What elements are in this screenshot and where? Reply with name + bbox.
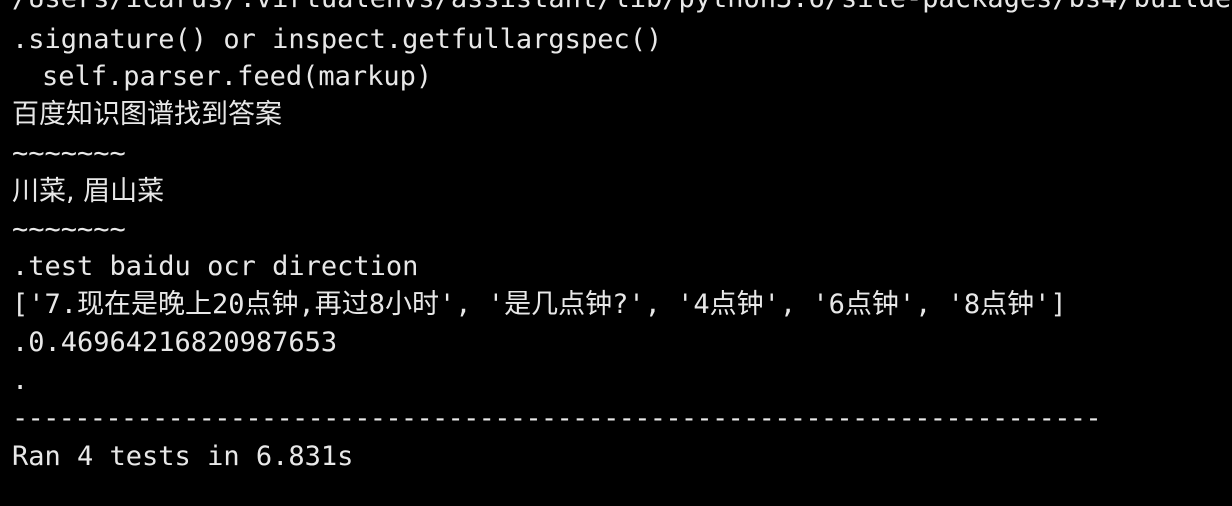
terminal-line-ocr-result: ['7.现在是晚上20点钟,再过8小时', '是几点钟?', '4点钟', '6… — [12, 289, 1067, 320]
terminal-line-parser-feed: self.parser.feed(markup) — [42, 61, 433, 92]
terminal-line-separator-1: ~~~~~~~ — [12, 138, 126, 169]
terminal-line-baidu-knowledge: 百度知识图谱找到答案 — [12, 99, 282, 130]
terminal-line-separator-2: ~~~~~~~ — [12, 214, 126, 245]
terminal-window[interactable]: /Users/icarus/.virtualenvs/assistant/lib… — [0, 0, 1232, 506]
terminal-line-signature: .signature() or inspect.getfullargspec() — [12, 24, 663, 55]
terminal-line-summary: Ran 4 tests in 6.831s — [12, 441, 354, 472]
terminal-line-divider: ----------------------------------------… — [12, 403, 1102, 434]
terminal-line-dot: . — [12, 365, 29, 396]
terminal-line-score: .0.46964216820987653 — [12, 327, 338, 358]
terminal-line-answer: 川菜, 眉山菜 — [12, 176, 165, 207]
terminal-line-warning-path: /Users/icarus/.virtualenvs/assistant/lib… — [12, 0, 1232, 18]
terminal-line-test-name: .test baidu ocr direction — [12, 251, 419, 282]
